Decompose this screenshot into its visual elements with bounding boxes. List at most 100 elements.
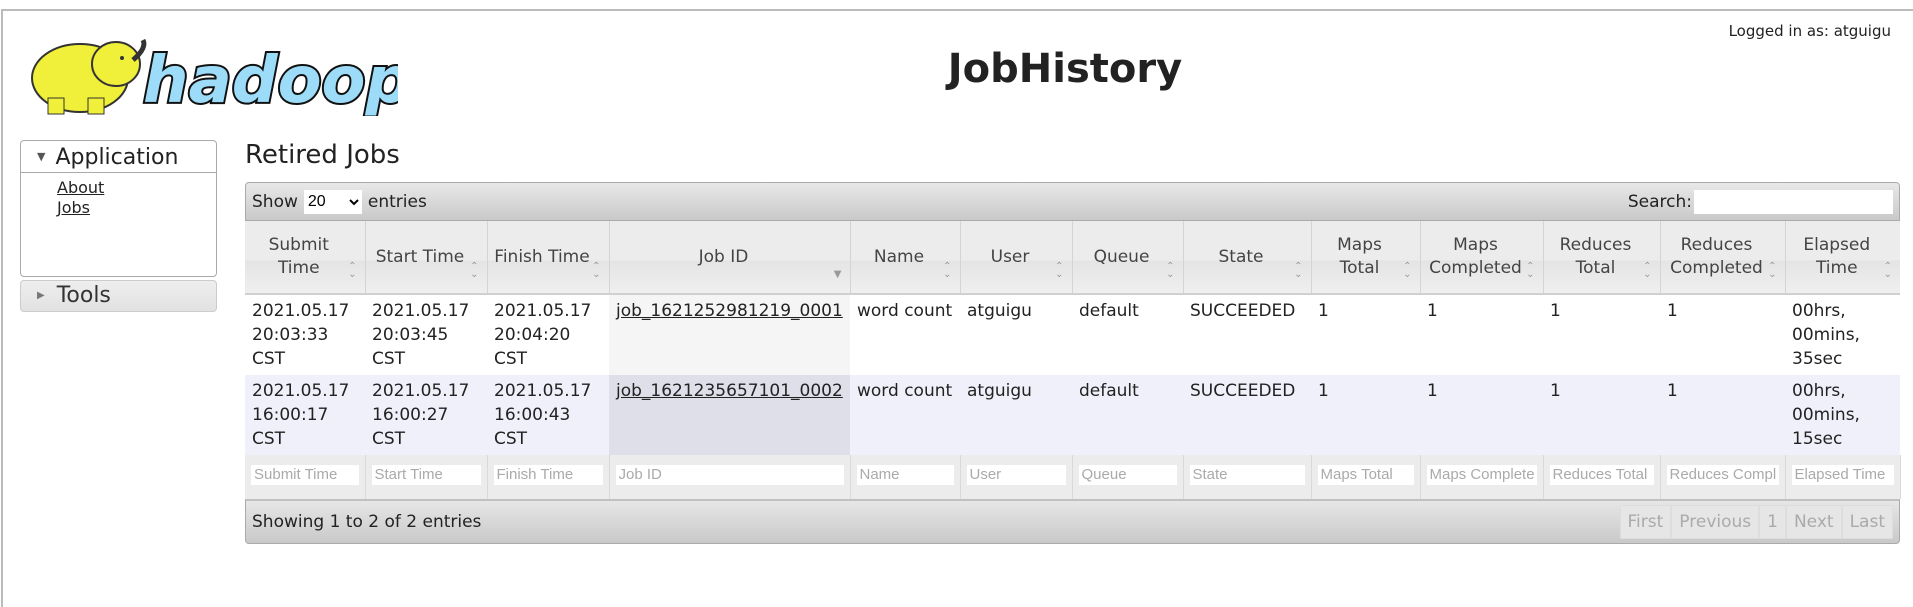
filter-reduces-completed-input[interactable]	[1666, 464, 1779, 485]
hadoop-logo: hadoop	[31, 38, 398, 116]
sort-icon: ⌃ ⌄	[1166, 261, 1175, 280]
cell-user: atguigu	[960, 375, 1072, 455]
cell-queue: default	[1072, 375, 1183, 455]
filter-cell	[609, 455, 851, 499]
filter-cell	[365, 455, 488, 499]
filter-cell	[1072, 455, 1184, 499]
jobs-table: Submit Time ⌃ ⌄ Start Time ⌃ ⌄ Finish Time ⌃ ⌄ Jo…	[245, 221, 1901, 499]
page-title: JobHistory	[947, 46, 1183, 92]
column-header-reduces-completed[interactable]: Reduces Completed ⌃ ⌄	[1660, 221, 1786, 295]
search-input[interactable]	[1694, 189, 1893, 214]
sort-icon: ⌃ ⌄	[348, 261, 357, 280]
sidebar-tools[interactable]: ▶ Tools	[20, 280, 217, 312]
sort-icon: ⌃ ⌄	[1883, 261, 1892, 280]
cell-maps-total: 1	[1311, 294, 1420, 375]
column-header-label: Start Time	[375, 246, 465, 267]
column-header-label: Reduces Total	[1559, 235, 1632, 278]
sort-icon: ⌃ ⌄	[592, 261, 601, 280]
show-label: Show	[252, 191, 298, 212]
cell-user: atguigu	[960, 294, 1072, 375]
pagination-previous-button[interactable]: Previous	[1671, 505, 1760, 539]
filter-cell	[850, 455, 961, 499]
cell-maps-total: 1	[1311, 375, 1420, 455]
column-header-user[interactable]: User ⌃ ⌄	[960, 221, 1073, 295]
filter-queue-input[interactable]	[1078, 464, 1177, 485]
pagination-first-button[interactable]: First	[1619, 505, 1672, 539]
filter-reduces-total-input[interactable]	[1549, 464, 1654, 485]
application-label: Application	[55, 145, 179, 170]
filter-submit-time-input[interactable]	[251, 464, 359, 485]
filter-state-input[interactable]	[1189, 464, 1305, 485]
filter-cell	[1311, 455, 1421, 499]
column-header-state[interactable]: State ⌃ ⌄	[1183, 221, 1312, 295]
cell-queue: default	[1072, 294, 1183, 375]
pagination: First Previous 1 Next Last	[1619, 505, 1893, 539]
column-header-maps-total[interactable]: Maps Total ⌃ ⌄	[1311, 221, 1421, 295]
column-header-queue[interactable]: Queue ⌃ ⌄	[1072, 221, 1184, 295]
column-header-elapsed-time[interactable]: Elapsed Time ⌃ ⌄	[1785, 221, 1900, 295]
pagination-last-button[interactable]: Last	[1841, 505, 1893, 539]
column-header-maps-completed[interactable]: Maps Completed ⌃ ⌄	[1420, 221, 1544, 295]
filter-cell	[245, 455, 366, 499]
job-id-link[interactable]: job_1621252981219_0001	[616, 301, 843, 321]
filter-cell	[960, 455, 1073, 499]
triangle-right-icon: ▶	[37, 290, 45, 301]
pagination-next-button[interactable]: Next	[1785, 505, 1842, 539]
column-header-label: Finish Time	[494, 246, 590, 267]
filter-finish-time-input[interactable]	[493, 464, 603, 485]
logged-in-user: Logged in as: atguigu	[1728, 22, 1891, 40]
cell-start-time: 2021.05.17 16:00:27 CST	[365, 375, 487, 455]
cell-reduces-total: 1	[1543, 375, 1660, 455]
job-id-link[interactable]: job_1621235657101_0002	[616, 381, 843, 401]
sort-icon: ⌃ ⌄	[1526, 261, 1535, 280]
table-row: 2021.05.17 16:00:17 CST 2021.05.17 16:00:…	[245, 375, 1900, 455]
filter-cell	[1543, 455, 1661, 499]
column-header-reduces-total[interactable]: Reduces Total ⌃ ⌄	[1543, 221, 1661, 295]
column-header-label: Queue	[1093, 246, 1150, 267]
filter-cell	[487, 455, 610, 499]
column-header-label: Reduces Completed	[1670, 235, 1763, 278]
cell-name: word count	[850, 375, 960, 455]
cell-submit-time: 2021.05.17 20:03:33 CST	[245, 294, 365, 375]
sort-icon: ⌃ ⌄	[1294, 261, 1303, 280]
sidebar-link-about[interactable]: About	[57, 178, 216, 198]
sidebar-link-jobs[interactable]: Jobs	[57, 198, 216, 218]
filter-cell	[1420, 455, 1544, 499]
sidebar-application: ▼ Application About Jobs	[20, 140, 217, 277]
cell-reduces-total: 1	[1543, 294, 1660, 375]
cell-finish-time: 2021.05.17 16:00:43 CST	[487, 375, 609, 455]
cell-reduces-completed: 1	[1660, 375, 1785, 455]
filter-cell	[1785, 455, 1901, 499]
table-info: Showing 1 to 2 of 2 entries	[252, 512, 482, 532]
sort-icon: ⌃ ⌄	[1403, 261, 1412, 280]
column-header-job-id[interactable]: Job ID ▼	[609, 221, 851, 295]
cell-reduces-completed: 1	[1660, 294, 1785, 375]
pagination-1-button[interactable]: 1	[1759, 505, 1786, 539]
sort-icon: ⌃ ⌄	[943, 261, 952, 280]
cell-submit-time: 2021.05.17 16:00:17 CST	[245, 375, 365, 455]
filter-name-input[interactable]	[856, 464, 954, 485]
filter-row	[245, 455, 1901, 499]
elephant-icon	[31, 38, 147, 115]
filter-elapsed-time-input[interactable]	[1791, 464, 1894, 485]
column-header-name[interactable]: Name ⌃ ⌄	[850, 221, 961, 295]
filter-cell	[1660, 455, 1786, 499]
filter-maps-completed-input[interactable]	[1426, 464, 1537, 485]
tools-label: Tools	[56, 283, 111, 308]
table-toolbar: Show 20 entries Search:	[245, 182, 1900, 221]
jobs-table-wrapper: Show 20 entries Search: Submit Time ⌃ ⌄ Sta…	[245, 182, 1901, 544]
page-size-select[interactable]: 20	[303, 189, 362, 214]
application-section-header[interactable]: ▼ Application	[21, 141, 216, 173]
filter-job-id-input[interactable]	[615, 464, 844, 485]
filter-user-input[interactable]	[966, 464, 1066, 485]
sort-icon: ⌃ ⌄	[470, 261, 479, 280]
filter-cell	[1183, 455, 1312, 499]
filter-maps-total-input[interactable]	[1317, 464, 1414, 485]
column-header-start-time[interactable]: Start Time ⌃ ⌄	[365, 221, 488, 295]
table-row: 2021.05.17 20:03:33 CST 2021.05.17 20:03:…	[245, 294, 1900, 375]
column-header-finish-time[interactable]: Finish Time ⌃ ⌄	[487, 221, 610, 295]
filter-start-time-input[interactable]	[371, 464, 481, 485]
entries-label: entries	[367, 191, 427, 212]
column-header-submit-time[interactable]: Submit Time ⌃ ⌄	[245, 221, 366, 295]
column-header-label: State	[1218, 246, 1264, 267]
